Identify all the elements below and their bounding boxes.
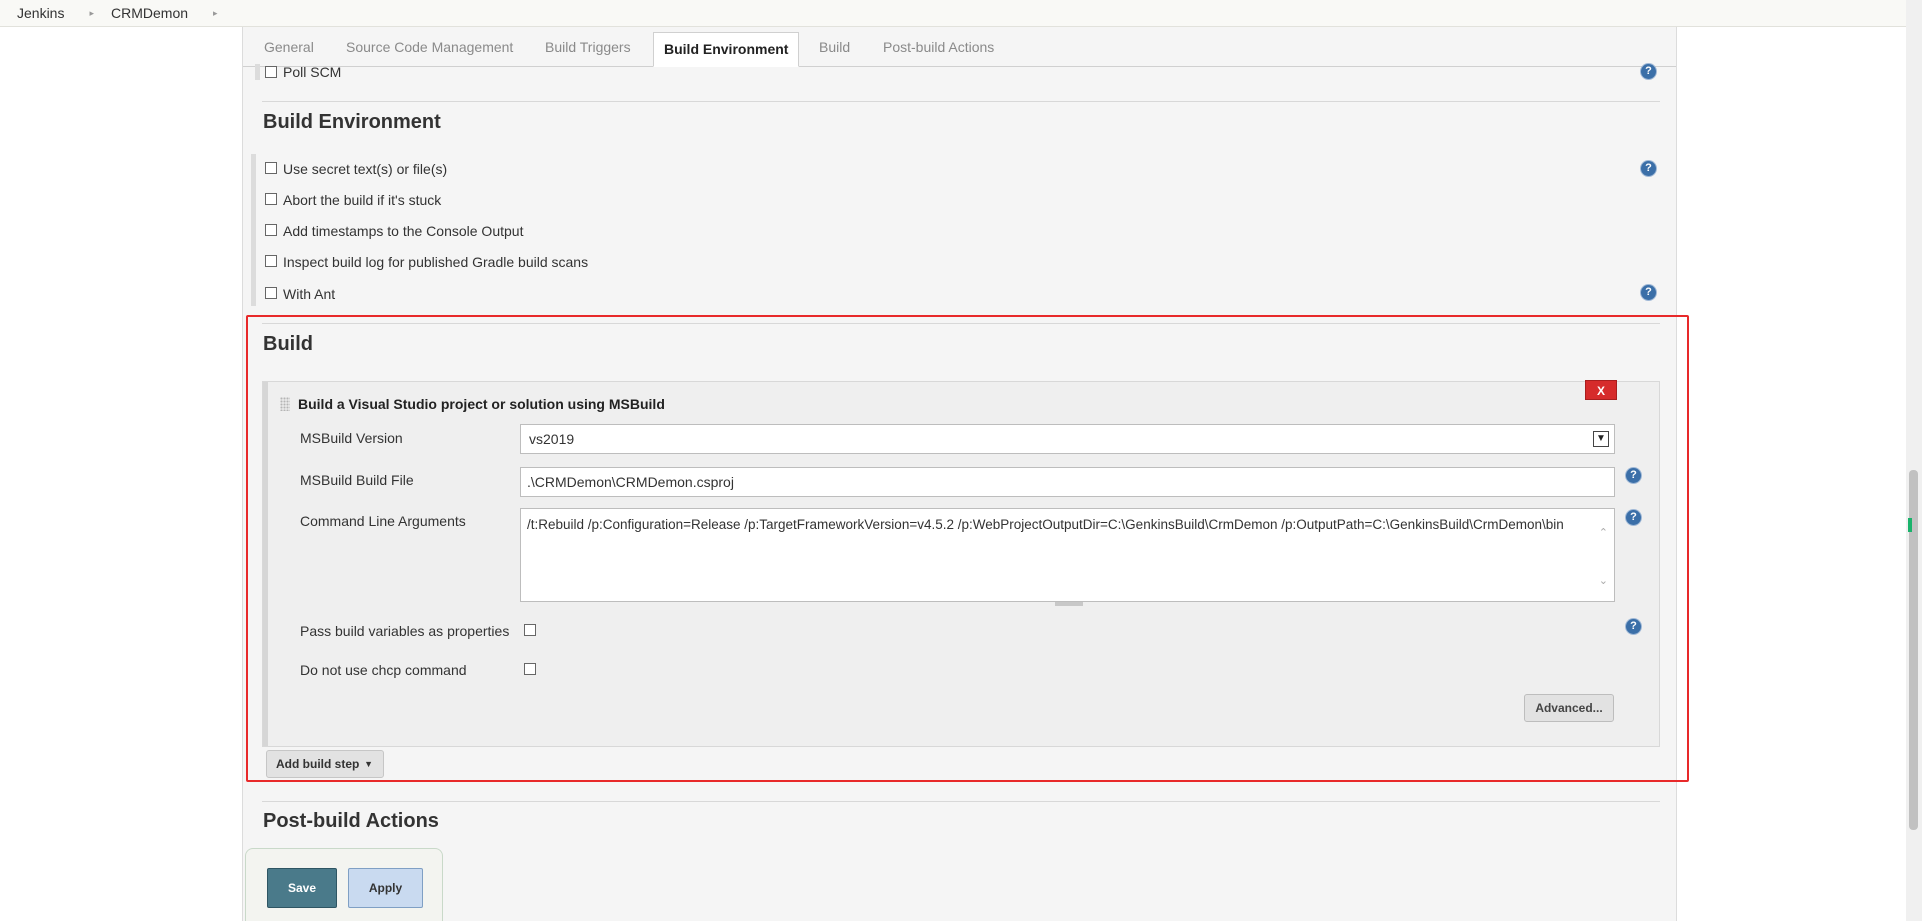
tab-build[interactable]: Build [819, 39, 850, 55]
page-scrollbar[interactable] [1906, 0, 1922, 921]
timestamps-label: Add timestamps to the Console Output [283, 223, 524, 239]
poll-scm-label: Poll SCM [283, 64, 342, 80]
highlight-frame [246, 315, 1689, 782]
chevron-right-icon[interactable]: ▸ [213, 8, 218, 19]
section-indent-bar [251, 154, 256, 306]
tab-build-environment[interactable]: Build Environment [653, 32, 800, 67]
tab-source-code-management[interactable]: Source Code Management [346, 39, 513, 55]
section-indent-bar [255, 64, 260, 80]
help-icon[interactable]: ? [1641, 285, 1656, 300]
tab-build-triggers[interactable]: Build Triggers [545, 39, 631, 55]
abort-stuck-label: Abort the build if it's stuck [283, 192, 442, 208]
apply-button[interactable]: Apply [348, 868, 423, 908]
tab-post-build-actions[interactable]: Post-build Actions [883, 39, 994, 55]
gradle-scans-checkbox[interactable] [265, 255, 277, 267]
use-secret-checkbox[interactable] [265, 162, 277, 174]
chevron-right-icon: ▸ [89, 7, 94, 18]
timestamps-checkbox[interactable] [265, 224, 277, 236]
with-ant-checkbox[interactable] [265, 287, 277, 299]
build-environment-heading: Build Environment [263, 111, 441, 133]
tab-general[interactable]: General [264, 39, 314, 55]
help-icon[interactable]: ? [1641, 64, 1656, 79]
with-ant-label: With Ant [283, 286, 336, 302]
post-build-actions-heading: Post-build Actions [263, 810, 439, 832]
breadcrumb-crmdemon[interactable]: CRMDemon [111, 5, 188, 21]
divider [262, 101, 1660, 102]
use-secret-label: Use secret text(s) or file(s) [283, 161, 448, 177]
divider [262, 801, 1660, 802]
tab-bar: General Source Code Management Build Tri… [243, 27, 1676, 67]
help-icon[interactable]: ? [1641, 161, 1656, 176]
breadcrumb-jenkins[interactable]: Jenkins [17, 5, 64, 21]
breadcrumb: Jenkins ▸ CRMDemon ▸ [0, 0, 1922, 27]
abort-stuck-checkbox[interactable] [265, 193, 277, 205]
save-button[interactable]: Save [267, 868, 337, 908]
scroll-position-marker [1908, 518, 1912, 532]
poll-scm-checkbox[interactable] [265, 66, 277, 78]
gradle-scans-label: Inspect build log for published Gradle b… [283, 254, 589, 270]
